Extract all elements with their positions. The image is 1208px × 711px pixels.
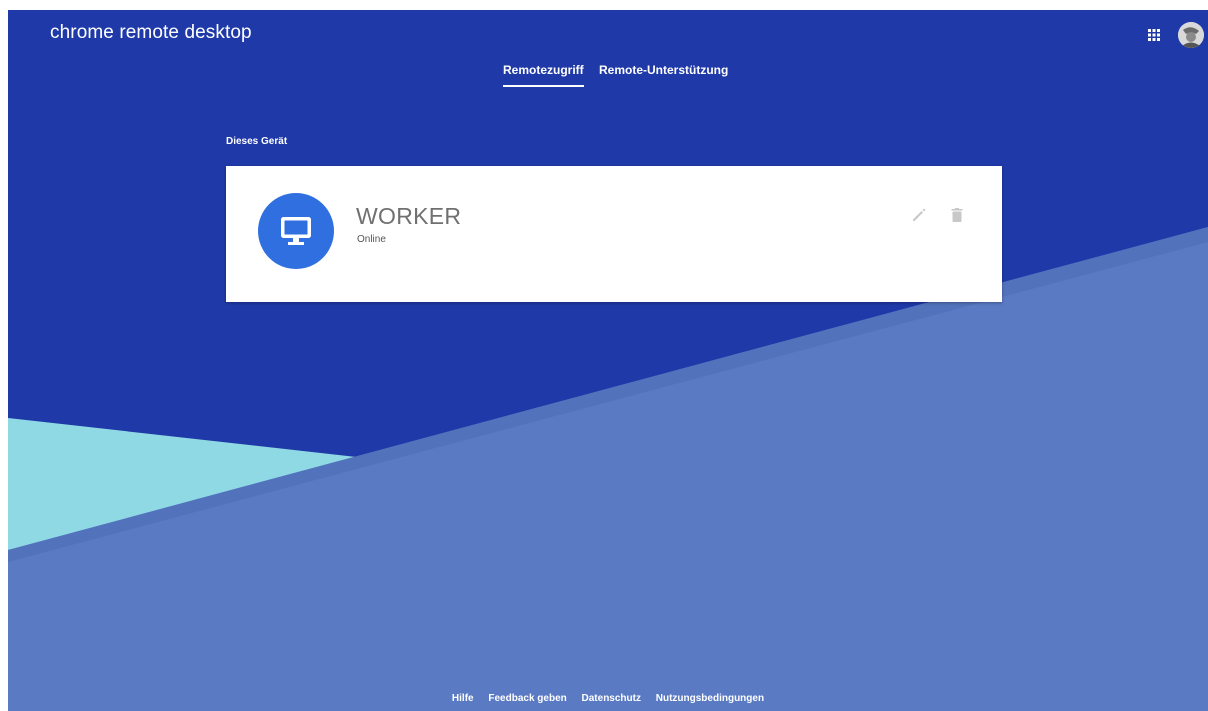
delete-device-button[interactable] bbox=[948, 206, 966, 224]
apps-grid-icon[interactable] bbox=[1145, 26, 1163, 44]
account-avatar-icon bbox=[1178, 22, 1204, 48]
pencil-icon bbox=[913, 208, 926, 221]
footer-link-help[interactable]: Hilfe bbox=[452, 693, 474, 704]
edit-device-button[interactable] bbox=[910, 206, 928, 224]
background-art bbox=[8, 10, 1208, 711]
trash-icon bbox=[951, 208, 963, 222]
footer-link-privacy[interactable]: Datenschutz bbox=[582, 693, 641, 704]
footer-link-feedback[interactable]: Feedback geben bbox=[488, 693, 566, 704]
footer-link-terms[interactable]: Nutzungsbedingungen bbox=[656, 693, 764, 704]
device-avatar bbox=[258, 193, 334, 269]
app-window: chrome remote desktop Remotezugriff Remo… bbox=[8, 10, 1208, 711]
section-title-this-device: Dieses Gerät bbox=[226, 136, 288, 147]
tab-remotezugriff[interactable]: Remotezugriff bbox=[503, 63, 584, 91]
app-brand-title: chrome remote desktop bbox=[50, 22, 252, 43]
footer-links: Hilfe Feedback geben Datenschutz Nutzung… bbox=[8, 693, 1208, 704]
device-name: WORKER bbox=[356, 203, 462, 229]
device-card[interactable]: WORKER Online bbox=[226, 166, 1002, 302]
computer-monitor-icon bbox=[281, 217, 311, 245]
account-avatar[interactable] bbox=[1178, 22, 1204, 48]
tab-remote-unterstuetzung[interactable]: Remote-Unterstützung bbox=[599, 63, 728, 91]
device-status: Online bbox=[357, 234, 386, 245]
